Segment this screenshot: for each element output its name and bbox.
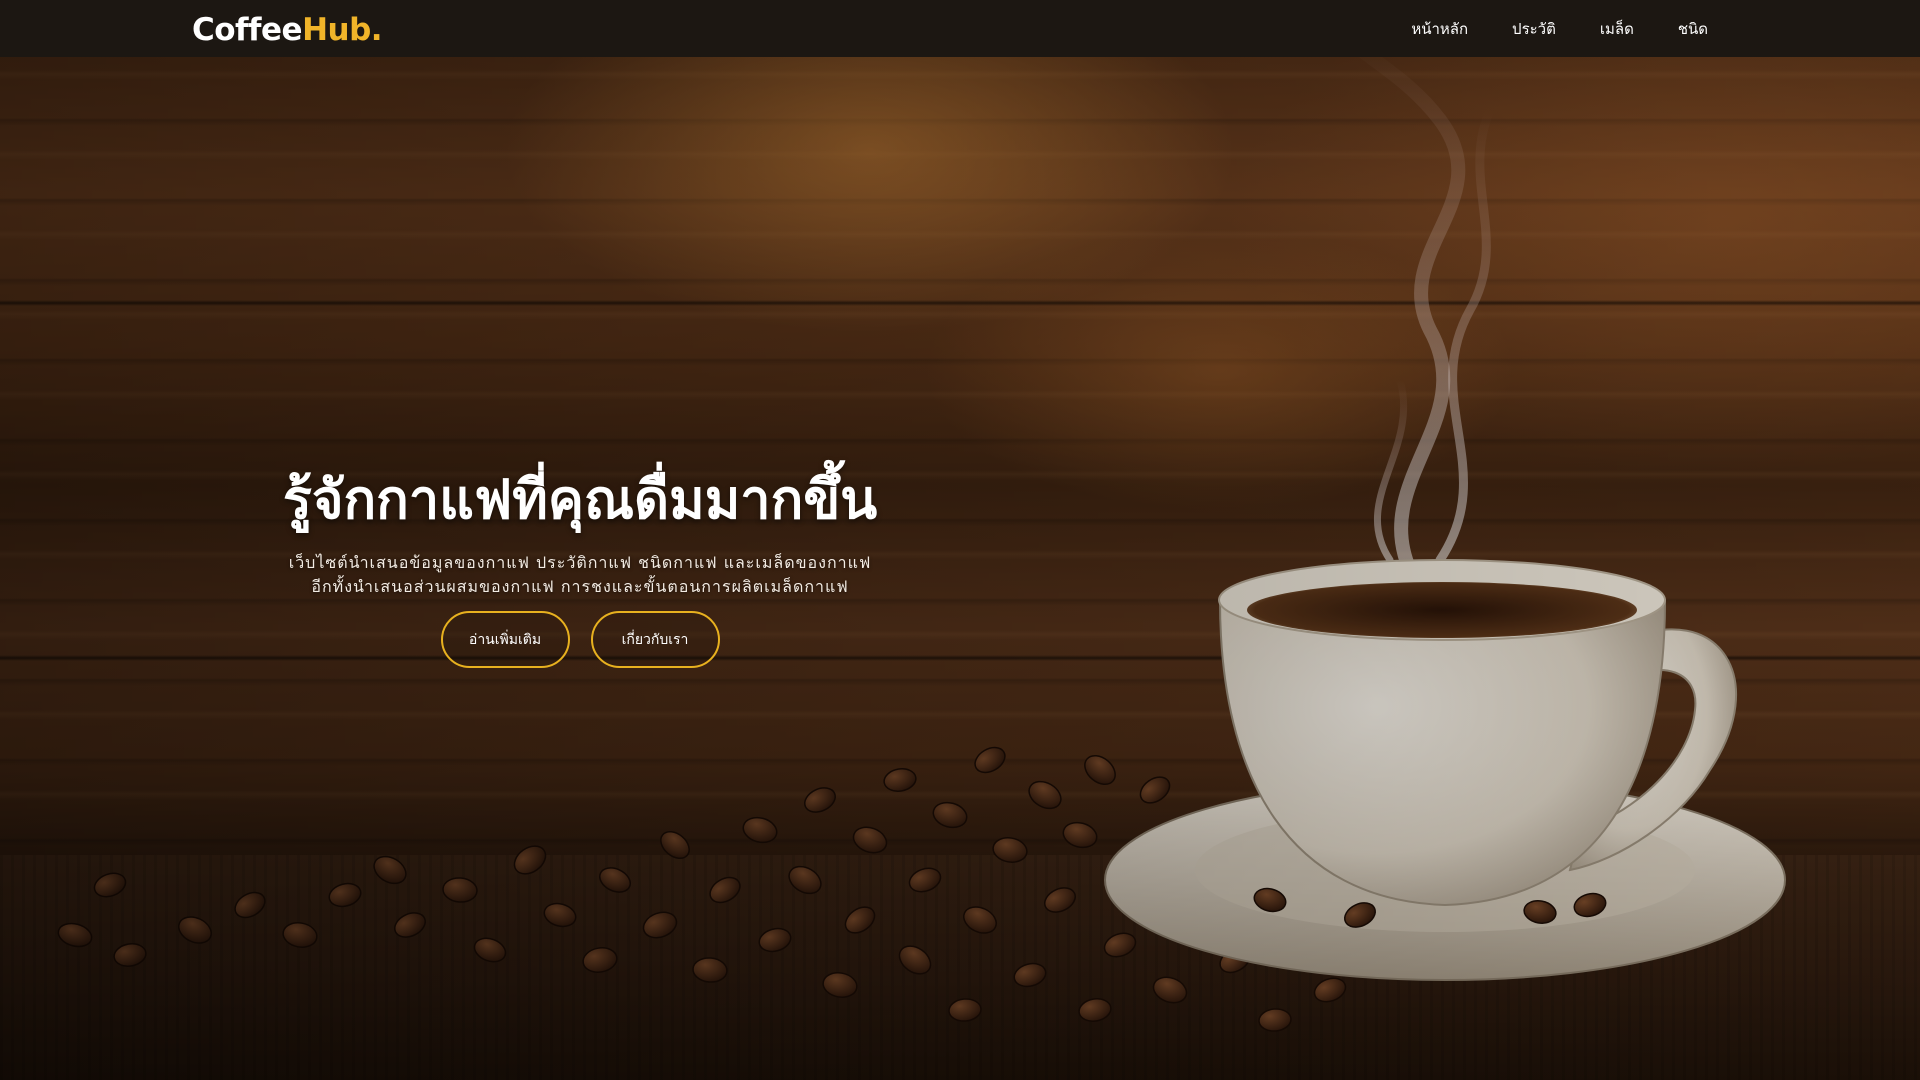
top-navbar: CoffeeHub. หน้าหลัก ประวัติ เมล็ด ชนิด — [0, 0, 1920, 57]
logo-text-main: Coffee — [192, 12, 303, 48]
about-us-button[interactable]: เกี่ยวกับเรา — [590, 611, 720, 668]
hero-title: รู้จักกาแฟที่คุณดื่มมากขึ้น — [282, 468, 878, 531]
hero-description-line-2: อีกทั้งนำเสนอส่วนผสมของกาแฟ การชงและขั้น… — [311, 577, 849, 596]
read-more-button[interactable]: อ่านเพิ่มเติม — [440, 611, 570, 668]
coffeehub-landing-page: CoffeeHub. หน้าหลัก ประวัติ เมล็ด ชนิด ร… — [0, 0, 1920, 1080]
hero-section: รู้จักกาแฟที่คุณดื่มมากขึ้น เว็บไซต์นำเส… — [220, 455, 940, 668]
coffeehub-logo[interactable]: CoffeeHub. — [192, 10, 383, 50]
nav-item-types[interactable]: ชนิด — [1678, 17, 1708, 41]
logo-text-accent: Hub. — [302, 12, 383, 48]
hero-button-group: อ่านเพิ่มเติม เกี่ยวกับเรา — [220, 611, 940, 668]
hero-description: เว็บไซต์นำเสนอข้อมูลของกาแฟ ประวัติกาแฟ … — [220, 551, 940, 599]
main-nav: หน้าหลัก ประวัติ เมล็ด ชนิด — [1411, 0, 1708, 57]
nav-item-history[interactable]: ประวัติ — [1512, 17, 1556, 41]
nav-item-beans[interactable]: เมล็ด — [1600, 17, 1634, 41]
nav-item-home[interactable]: หน้าหลัก — [1411, 17, 1468, 41]
hero-description-line-1: เว็บไซต์นำเสนอข้อมูลของกาแฟ ประวัติกาแฟ … — [288, 553, 872, 572]
